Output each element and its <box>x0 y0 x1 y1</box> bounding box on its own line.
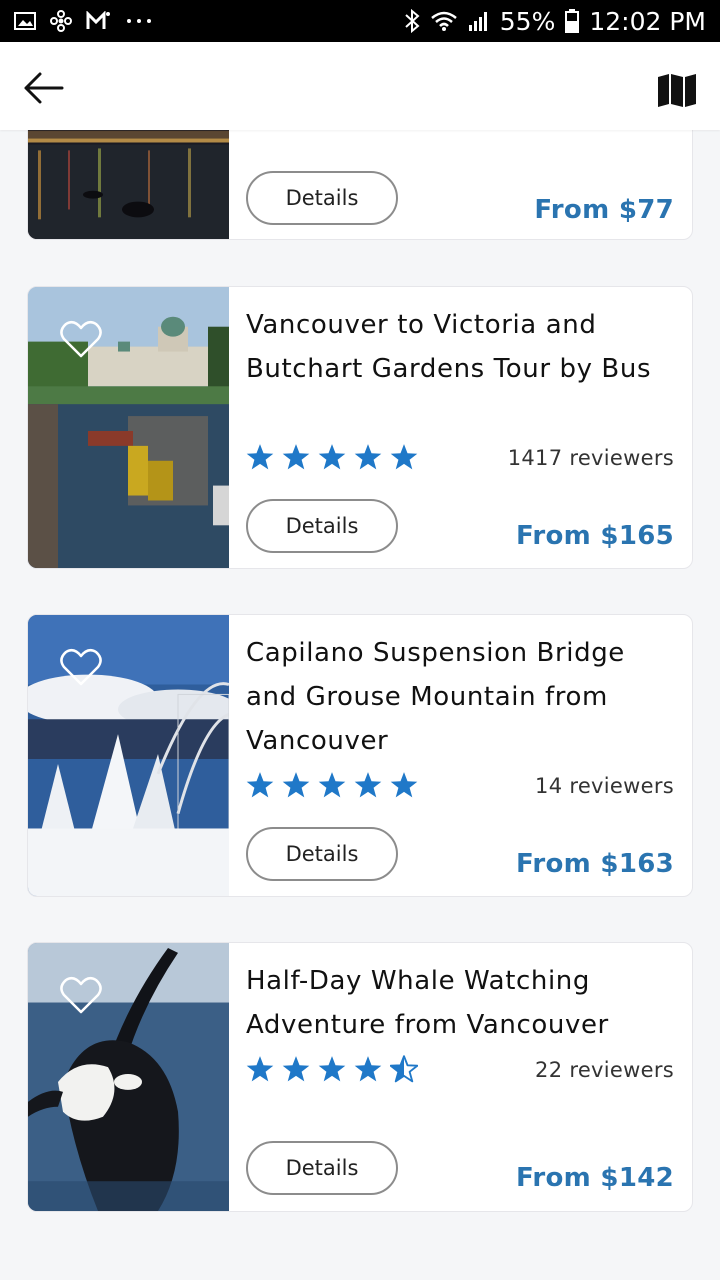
wifi-icon <box>430 10 458 32</box>
star-filled-icon <box>354 1056 382 1082</box>
tour-title[interactable]: Half-Day Whale Watching Adventure from V… <box>246 959 676 1047</box>
bluetooth-icon <box>404 9 420 33</box>
map-icon <box>658 74 696 107</box>
more-dots-icon <box>126 18 152 24</box>
tour-card[interactable]: Half-Day Whale Watching Adventure from V… <box>27 942 693 1212</box>
tour-card[interactable]: Details From $77 <box>27 130 693 240</box>
tour-title[interactable]: Capilano Suspension Bridge and Grouse Mo… <box>246 631 676 763</box>
tour-image <box>28 943 229 1211</box>
star-filled-icon <box>318 772 346 798</box>
status-bar: 55% 12:02 PM <box>0 0 720 42</box>
star-filled-icon <box>318 1056 346 1082</box>
details-label: Details <box>285 842 359 866</box>
star-filled-icon <box>282 444 310 470</box>
back-button[interactable] <box>22 70 64 106</box>
heart-icon[interactable] <box>60 647 102 687</box>
details-button[interactable]: Details <box>246 171 398 225</box>
star-filled-icon <box>390 772 418 798</box>
details-label: Details <box>285 1156 359 1180</box>
star-filled-icon <box>246 772 274 798</box>
heart-icon[interactable] <box>60 319 102 359</box>
star-filled-icon <box>354 772 382 798</box>
tour-image <box>28 130 229 239</box>
arrow-left-icon <box>24 72 64 104</box>
details-button[interactable]: Details <box>246 827 398 881</box>
reviewer-count: 1417 reviewers <box>507 446 674 470</box>
tour-price: From $163 <box>516 849 674 879</box>
signal-icon <box>468 10 490 32</box>
clock: 12:02 PM <box>589 6 706 36</box>
details-label: Details <box>285 186 359 210</box>
notification-icons <box>14 10 152 32</box>
tour-price: From $142 <box>516 1163 674 1193</box>
star-filled-icon <box>390 444 418 470</box>
tour-card[interactable]: Capilano Suspension Bridge and Grouse Mo… <box>27 614 693 897</box>
app-bar <box>0 42 720 130</box>
heart-icon[interactable] <box>60 975 102 1015</box>
star-filled-icon <box>282 772 310 798</box>
tour-card[interactable]: Vancouver to Victoria and Butchart Garde… <box>27 286 693 569</box>
star-half-icon <box>390 1055 418 1083</box>
tour-image <box>28 287 229 568</box>
pinwheel-icon <box>50 10 72 32</box>
star-rating <box>246 443 418 471</box>
star-rating <box>246 771 418 799</box>
tour-price: From $77 <box>534 195 674 225</box>
star-filled-icon <box>282 1056 310 1082</box>
reviewer-count: 22 reviewers <box>535 1058 674 1082</box>
star-filled-icon <box>246 444 274 470</box>
reviewer-count: 14 reviewers <box>535 774 674 798</box>
details-label: Details <box>285 514 359 538</box>
details-button[interactable]: Details <box>246 499 398 553</box>
battery-percent: 55% <box>499 6 556 36</box>
gmail-icon <box>86 11 112 31</box>
image-icon <box>14 12 36 30</box>
details-button[interactable]: Details <box>246 1141 398 1195</box>
system-status: 55% 12:02 PM <box>404 7 706 36</box>
star-filled-icon <box>354 444 382 470</box>
tour-title[interactable]: Vancouver to Victoria and Butchart Garde… <box>246 303 676 391</box>
tour-price: From $165 <box>516 521 674 551</box>
star-filled-icon <box>318 444 346 470</box>
battery-icon <box>565 9 580 33</box>
map-view-button[interactable] <box>656 72 698 108</box>
star-rating <box>246 1055 418 1083</box>
star-filled-icon <box>246 1056 274 1082</box>
tour-list[interactable]: Details From $77 Vancouver to Victoria a… <box>0 130 720 1280</box>
tour-image <box>28 615 229 896</box>
